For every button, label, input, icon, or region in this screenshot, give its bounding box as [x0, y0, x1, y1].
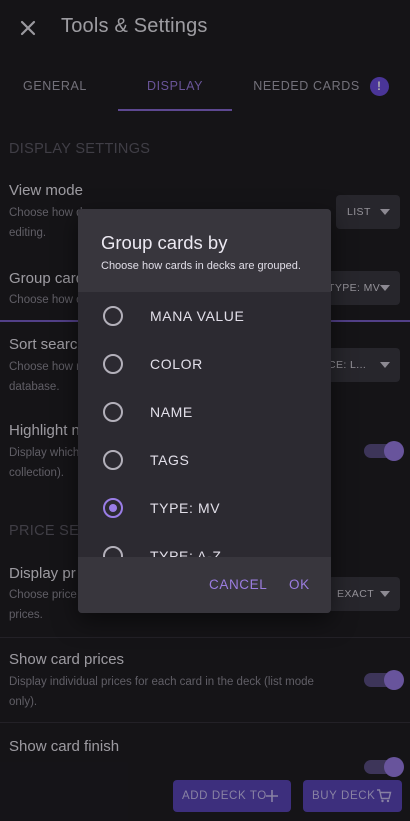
dialog-actions: CANCEL OK — [78, 557, 331, 613]
radio-button[interactable] — [103, 450, 123, 470]
dialog-header: Group cards by Choose how cards in decks… — [78, 209, 331, 292]
group-cards-dialog: Group cards by Choose how cards in decks… — [78, 209, 331, 613]
option-mana-value[interactable]: MANA VALUE — [78, 293, 331, 341]
dialog-title: Group cards by — [101, 232, 228, 253]
dialog-subtitle: Choose how cards in decks are grouped. — [101, 260, 301, 272]
dialog-option-list: MANA VALUE COLOR NAME TAGS TYPE: MV TYPE… — [78, 293, 331, 557]
option-label: TYPE: A-Z — [150, 548, 222, 557]
radio-button[interactable] — [103, 306, 123, 326]
option-label: NAME — [150, 404, 193, 420]
option-type-mv[interactable]: TYPE: MV — [78, 485, 331, 533]
radio-button[interactable] — [103, 354, 123, 374]
option-name[interactable]: NAME — [78, 389, 331, 437]
ok-button[interactable]: OK — [289, 577, 310, 592]
cancel-button[interactable]: CANCEL — [209, 577, 267, 592]
option-label: COLOR — [150, 356, 203, 372]
option-label: TAGS — [150, 452, 190, 468]
option-label: MANA VALUE — [150, 308, 245, 324]
option-type-a-z[interactable]: TYPE: A-Z — [78, 533, 331, 557]
option-label: TYPE: MV — [150, 500, 221, 516]
radio-button[interactable] — [103, 546, 123, 557]
option-color[interactable]: COLOR — [78, 341, 331, 389]
option-tags[interactable]: TAGS — [78, 437, 331, 485]
radio-button-selected[interactable] — [103, 498, 123, 518]
radio-button[interactable] — [103, 402, 123, 422]
